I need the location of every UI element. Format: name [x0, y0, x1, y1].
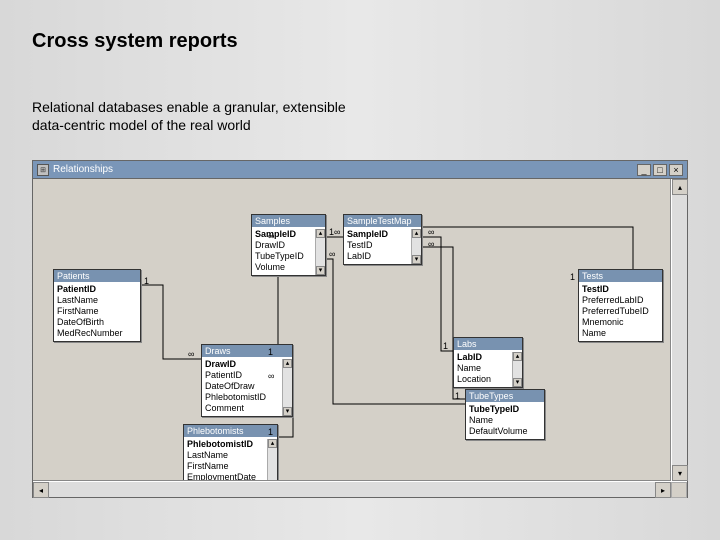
- close-button[interactable]: ×: [669, 164, 683, 176]
- subtitle-line-1: Relational databases enable a granular, …: [32, 99, 346, 115]
- entity-scrollbar[interactable]: ▴▾: [512, 352, 522, 387]
- cardinality-many: ∞: [268, 371, 274, 381]
- page-subtitle: Relational databases enable a granular, …: [32, 98, 346, 134]
- window-titlebar[interactable]: ⊞ Relationships _ □ ×: [33, 161, 687, 179]
- cardinality-many: ∞: [428, 239, 434, 249]
- minimize-button[interactable]: _: [637, 164, 651, 176]
- field: Name: [469, 415, 541, 426]
- subtitle-line-2: data-centric model of the real world: [32, 117, 251, 133]
- entity-tests[interactable]: Tests TestID PreferredLabID PreferredTub…: [578, 269, 663, 342]
- field: PreferredTubeID: [582, 306, 659, 317]
- maximize-button[interactable]: □: [653, 164, 667, 176]
- entity-title: SampleTestMap: [344, 215, 421, 227]
- entity-title: Phlebotomists: [184, 425, 277, 437]
- field: DrawID: [205, 359, 280, 370]
- relationships-window: ⊞ Relationships _ □ × Patients Patient: [32, 160, 688, 498]
- scroll-track[interactable]: [49, 482, 655, 497]
- field: TubeTypeID: [255, 251, 313, 262]
- cardinality-many: ∞: [428, 227, 434, 237]
- cardinality-one: 1: [443, 341, 448, 351]
- cardinality-many: ∞: [268, 231, 274, 241]
- entity-patients[interactable]: Patients PatientID LastName FirstName Da…: [53, 269, 141, 342]
- entity-labs[interactable]: Labs LabID Name Location ▴▾: [453, 337, 523, 388]
- entity-scrollbar[interactable]: ▴▾: [267, 439, 277, 481]
- field: SampleID: [347, 229, 409, 240]
- entity-title: Patients: [54, 270, 140, 282]
- field: FirstName: [187, 461, 265, 472]
- scroll-down-button[interactable]: ▾: [672, 465, 688, 481]
- field: DrawID: [255, 240, 313, 251]
- relationships-canvas[interactable]: Patients PatientID LastName FirstName Da…: [33, 179, 671, 481]
- field: SampleID: [255, 229, 313, 240]
- field: Location: [457, 374, 510, 385]
- entity-sampletestmap[interactable]: SampleTestMap SampleID TestID LabID ▴▾: [343, 214, 422, 265]
- field: PatientID: [57, 284, 137, 295]
- entity-tubetypes[interactable]: TubeTypes TubeTypeID Name DefaultVolume: [465, 389, 545, 440]
- entity-title: Samples: [252, 215, 325, 227]
- field: Mnemonic: [582, 317, 659, 328]
- entity-title: TubeTypes: [466, 390, 544, 402]
- vertical-scrollbar[interactable]: ▴ ▾: [671, 179, 687, 481]
- field: DefaultVolume: [469, 426, 541, 437]
- entity-phlebotomists[interactable]: Phlebotomists PhlebotomistID LastName Fi…: [183, 424, 278, 481]
- field: LastName: [57, 295, 137, 306]
- field: TestID: [582, 284, 659, 295]
- cardinality-one: 1: [570, 272, 575, 282]
- scroll-right-button[interactable]: ▸: [655, 482, 671, 498]
- window-title: Relationships: [53, 164, 113, 175]
- field: PhlebotomistID: [205, 392, 280, 403]
- field: TestID: [347, 240, 409, 251]
- field: DateOfBirth: [57, 317, 137, 328]
- field: Comment: [205, 403, 280, 414]
- field: TubeTypeID: [469, 404, 541, 415]
- entity-title: Draws: [202, 345, 292, 357]
- scroll-corner: [671, 482, 687, 498]
- scroll-left-button[interactable]: ◂: [33, 482, 49, 498]
- entity-draws[interactable]: Draws DrawID PatientID DateOfDraw Phlebo…: [201, 344, 293, 417]
- horizontal-scrollbar[interactable]: ◂ ▸: [33, 481, 687, 497]
- field: LabID: [457, 352, 510, 363]
- field: MedRecNumber: [57, 328, 137, 339]
- field: LastName: [187, 450, 265, 461]
- field: PhlebotomistID: [187, 439, 265, 450]
- cardinality-one: 1: [268, 347, 273, 357]
- entity-scrollbar[interactable]: ▴▾: [282, 359, 292, 416]
- field: EmploymentDate: [187, 472, 265, 481]
- field: Volume: [255, 262, 313, 273]
- window-icon: ⊞: [37, 164, 49, 176]
- scroll-track[interactable]: [672, 195, 687, 465]
- cardinality-many: ∞: [334, 227, 340, 237]
- page-title: Cross system reports: [32, 30, 238, 53]
- cardinality-one: 1: [144, 276, 149, 286]
- entity-samples[interactable]: Samples SampleID DrawID TubeTypeID Volum…: [251, 214, 326, 276]
- field: DateOfDraw: [205, 381, 280, 392]
- field: PreferredLabID: [582, 295, 659, 306]
- cardinality-many: ∞: [188, 349, 194, 359]
- cardinality-one: 1: [455, 391, 460, 401]
- field: FirstName: [57, 306, 137, 317]
- scroll-up-button[interactable]: ▴: [672, 179, 688, 195]
- entity-title: Tests: [579, 270, 662, 282]
- field: Name: [582, 328, 659, 339]
- cardinality-one: 1: [268, 427, 273, 437]
- entity-scrollbar[interactable]: ▴▾: [315, 229, 325, 275]
- entity-title: Labs: [454, 338, 522, 350]
- field: Name: [457, 363, 510, 374]
- field: LabID: [347, 251, 409, 262]
- cardinality-many: ∞: [329, 249, 335, 259]
- entity-scrollbar[interactable]: ▴▾: [411, 229, 421, 264]
